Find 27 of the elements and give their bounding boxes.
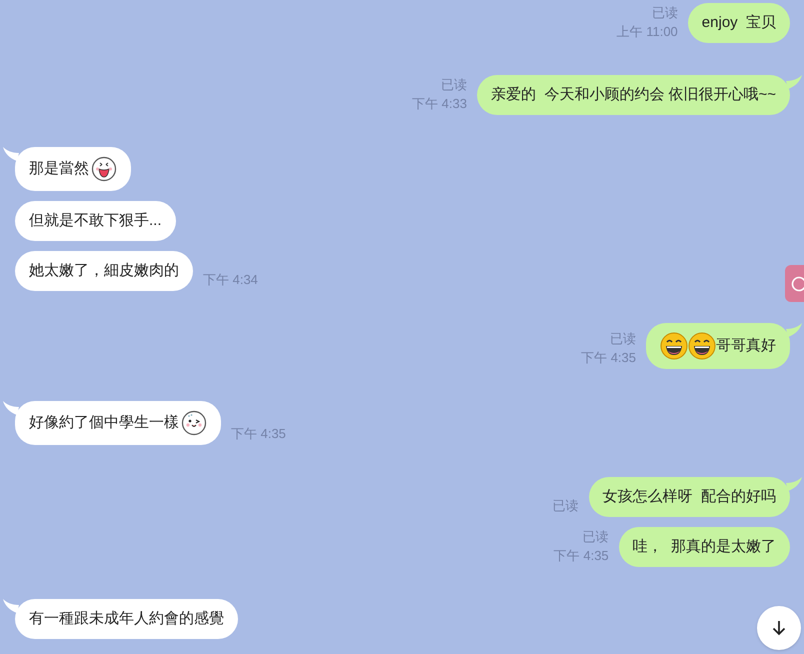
read-receipt: 已读 bbox=[652, 4, 678, 22]
message-text: 哥哥真好 bbox=[716, 336, 776, 356]
read-receipt: 已读 bbox=[552, 497, 579, 515]
arrow-down-icon bbox=[770, 619, 788, 637]
read-receipt: 已读 bbox=[440, 76, 467, 94]
laughing-face-icon bbox=[660, 332, 688, 360]
grinning-face-icon bbox=[91, 156, 117, 182]
read-receipt: 已读 bbox=[582, 528, 609, 546]
message-text: 哇， 那真的是太嫩了 bbox=[632, 537, 776, 557]
message-text: 但就是不敢下狠手... bbox=[29, 211, 162, 231]
message-time: 下午 4:33 bbox=[412, 95, 467, 113]
message-text: 好像約了個中學生一樣 bbox=[29, 412, 179, 433]
read-receipt: 已读 bbox=[610, 330, 636, 348]
message-time: 下午 4:35 bbox=[231, 425, 286, 443]
message-time: 下午 4:34 bbox=[203, 271, 258, 289]
message-time: 下午 4:35 bbox=[581, 349, 636, 367]
message-text: 女孩怎么样呀 配合的好吗 bbox=[602, 487, 776, 507]
laughing-face-icon bbox=[688, 332, 716, 360]
message-time: 上午 11:00 bbox=[616, 23, 678, 41]
message-text: 亲爱的 今天和小顾的约会 依旧很开心哦~~ bbox=[490, 85, 776, 105]
message-text: 那是當然 bbox=[29, 158, 89, 179]
winking-face-icon bbox=[181, 410, 207, 436]
scroll-down-button[interactable] bbox=[757, 606, 801, 650]
message-text: 有一種跟未成年人約會的感覺 bbox=[29, 609, 224, 629]
message-text: 她太嫩了，細皮嫩肉的 bbox=[29, 261, 179, 281]
message-time: 下午 4:35 bbox=[554, 547, 609, 565]
message-text: enjoy 宝贝 bbox=[702, 13, 776, 33]
